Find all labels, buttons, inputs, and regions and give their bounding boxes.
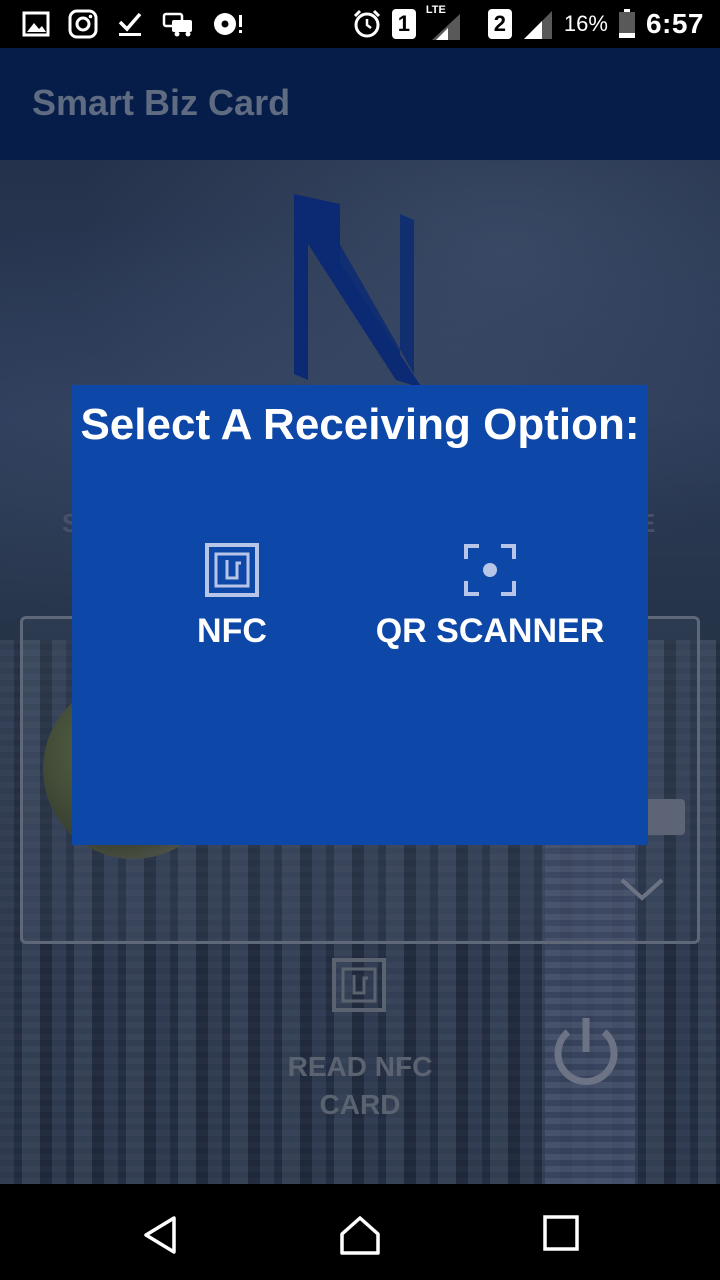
battery-icon <box>618 9 635 38</box>
receiving-option-dialog: Select A Receiving Option: NFC QR SCANNE… <box>72 385 648 845</box>
app-title: Smart Biz Card <box>32 82 291 123</box>
signal-icon <box>523 11 552 39</box>
alarm-icon <box>353 9 380 38</box>
navigation-bar <box>0 1184 720 1280</box>
read-nfc-card-label[interactable]: READ NFC CARD <box>260 1048 460 1124</box>
sim1-badge: 1 <box>391 9 416 39</box>
car-icon <box>162 12 192 37</box>
recents-button[interactable] <box>542 1214 580 1252</box>
status-bar: 1 LTE 2 16% 6:57 <box>0 0 720 48</box>
instagram-icon <box>68 9 98 39</box>
signal-icon <box>431 14 460 40</box>
read-nfc-icon[interactable] <box>332 958 386 1012</box>
nfc-option-button[interactable]: NFC <box>172 543 292 651</box>
lte-signal: LTE <box>426 4 464 42</box>
record-icon <box>214 13 242 35</box>
gallery-icon <box>22 11 50 37</box>
briefcase-icon <box>645 799 685 835</box>
nfc-option-label: NFC <box>197 612 267 650</box>
power-icon[interactable] <box>546 1012 626 1092</box>
chevron-down-icon[interactable] <box>619 877 665 903</box>
qr-scanner-icon <box>464 544 516 596</box>
battery-percent: 16% <box>563 11 608 36</box>
nfc-icon <box>205 543 259 597</box>
app-bar: Smart Biz Card <box>0 48 720 160</box>
home-button[interactable] <box>338 1214 382 1256</box>
qr-scanner-option-button[interactable]: QR SCANNER <box>352 543 628 651</box>
sim2-badge: 2 <box>487 9 512 39</box>
qr-scanner-option-label: QR SCANNER <box>375 612 605 650</box>
clock: 6:57 <box>645 8 704 39</box>
back-button[interactable] <box>140 1214 182 1256</box>
dialog-title: Select A Receiving Option: <box>80 400 640 449</box>
download-done-icon <box>118 12 142 36</box>
nfc-logo-icon <box>294 194 422 388</box>
